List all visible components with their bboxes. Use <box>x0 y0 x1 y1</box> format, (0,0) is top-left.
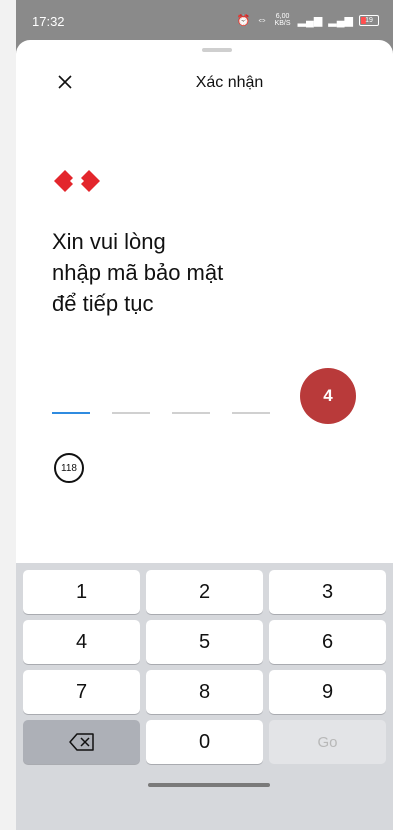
key-8[interactable]: 8 <box>146 670 263 714</box>
key-1[interactable]: 1 <box>23 570 140 614</box>
key-7[interactable]: 7 <box>23 670 140 714</box>
key-0[interactable]: 0 <box>146 720 263 764</box>
step-badge: 4 <box>300 368 356 424</box>
prompt-line-1: Xin vui lòng <box>52 229 166 254</box>
key-4[interactable]: 4 <box>23 620 140 664</box>
status-bar: 17:32 ⏰ ⇔ 6,00 KB/S ▂▄▆ ▂▄▆ 19 <box>16 0 393 40</box>
prompt-line-2: nhập mã bảo mật <box>52 260 224 285</box>
net-speed: 6,00 KB/S <box>274 13 291 27</box>
numeric-keypad: 1 2 3 4 5 6 7 8 9 0 Go <box>16 563 393 830</box>
status-time: 17:32 <box>32 14 65 29</box>
key-6[interactable]: 6 <box>269 620 386 664</box>
backspace-button[interactable] <box>23 720 140 764</box>
go-button[interactable]: Go <box>269 720 386 764</box>
key-3[interactable]: 3 <box>269 570 386 614</box>
confirm-sheet: Xác nhận Xin vui lòng nhập mã bảo mật để… <box>16 40 393 830</box>
key-9[interactable]: 9 <box>269 670 386 714</box>
signal-4g-icon: ▂▄▆ <box>328 14 353 27</box>
status-icons: ⏰ ⇔ 6,00 KB/S ▂▄▆ ▂▄▆ 19 <box>237 13 379 27</box>
battery-icon: 19 <box>359 14 379 26</box>
vpn-icon: ⇔ <box>256 14 268 26</box>
signal-icon: ▂▄▆ <box>297 14 323 27</box>
countdown-timer: 118 <box>54 453 84 483</box>
code-digit-4[interactable] <box>232 412 270 414</box>
home-indicator[interactable] <box>148 783 270 787</box>
code-digit-2[interactable] <box>112 412 150 414</box>
alarm-icon: ⏰ <box>236 14 251 27</box>
phone-screen: 17:32 ⏰ ⇔ 6,00 KB/S ▂▄▆ ▂▄▆ 19 Xác nhận <box>16 0 393 830</box>
battery-level: 19 <box>365 16 373 24</box>
bank-logo-icon <box>54 170 100 197</box>
key-2[interactable]: 2 <box>146 570 263 614</box>
prompt-line-3: để tiếp tục <box>52 291 154 316</box>
sheet-drag-handle[interactable] <box>202 48 232 52</box>
code-digit-1[interactable] <box>52 412 90 414</box>
security-code-input[interactable] <box>52 412 270 414</box>
code-digit-3[interactable] <box>172 412 210 414</box>
security-code-prompt: Xin vui lòng nhập mã bảo mật để tiếp tục <box>52 226 312 319</box>
page-title: Xác nhận <box>195 74 264 91</box>
backspace-icon <box>68 733 94 751</box>
key-5[interactable]: 5 <box>146 620 263 664</box>
